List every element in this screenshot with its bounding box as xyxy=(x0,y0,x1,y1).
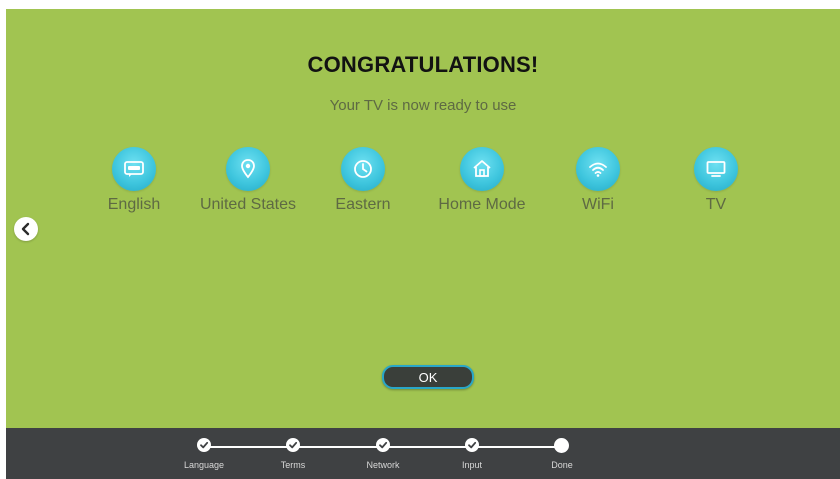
step-network: Network xyxy=(343,428,423,479)
step-label: Done xyxy=(551,460,573,470)
checkmark-icon xyxy=(197,438,211,452)
checkmark-icon xyxy=(286,438,300,452)
summary-item-label: English xyxy=(107,196,161,213)
summary-item-country: United States xyxy=(188,147,308,214)
checkmark-icon xyxy=(376,438,390,452)
summary-item-mode: Home Mode xyxy=(422,147,542,214)
step-label: Language xyxy=(183,460,225,470)
summary-item-label: Home Mode xyxy=(438,196,526,213)
step-label: Network xyxy=(366,460,400,470)
clock-icon xyxy=(341,147,385,191)
back-button[interactable] xyxy=(14,217,38,241)
summary-item-label: TV xyxy=(705,196,727,213)
summary-item-network: WiFi xyxy=(538,147,658,214)
setup-progress-bar: Language Terms Network Input Done xyxy=(6,428,840,479)
tv-icon xyxy=(694,147,738,191)
step-label: Terms xyxy=(280,460,306,470)
chevron-left-icon xyxy=(19,222,33,236)
wifi-icon xyxy=(576,147,620,191)
step-label: Input xyxy=(461,460,483,470)
ok-button[interactable]: OK xyxy=(382,365,474,389)
location-pin-icon xyxy=(226,147,270,191)
step-language: Language xyxy=(164,428,244,479)
summary-item-label: WiFi xyxy=(582,196,614,213)
home-icon xyxy=(460,147,504,191)
summary-item-label: United States xyxy=(199,196,297,213)
setup-complete-screen: CONGRATULATIONS! Your TV is now ready to… xyxy=(6,9,840,428)
checkmark-icon xyxy=(465,438,479,452)
step-done: Done xyxy=(522,428,602,479)
step-terms: Terms xyxy=(253,428,333,479)
summary-item-label: Eastern xyxy=(335,196,391,213)
language-icon xyxy=(112,147,156,191)
current-step-dot xyxy=(554,437,569,453)
summary-item-input: TV xyxy=(656,147,776,214)
summary-item-timezone: Eastern xyxy=(303,147,423,214)
step-input: Input xyxy=(432,428,512,479)
summary-item-language: English xyxy=(74,147,194,214)
